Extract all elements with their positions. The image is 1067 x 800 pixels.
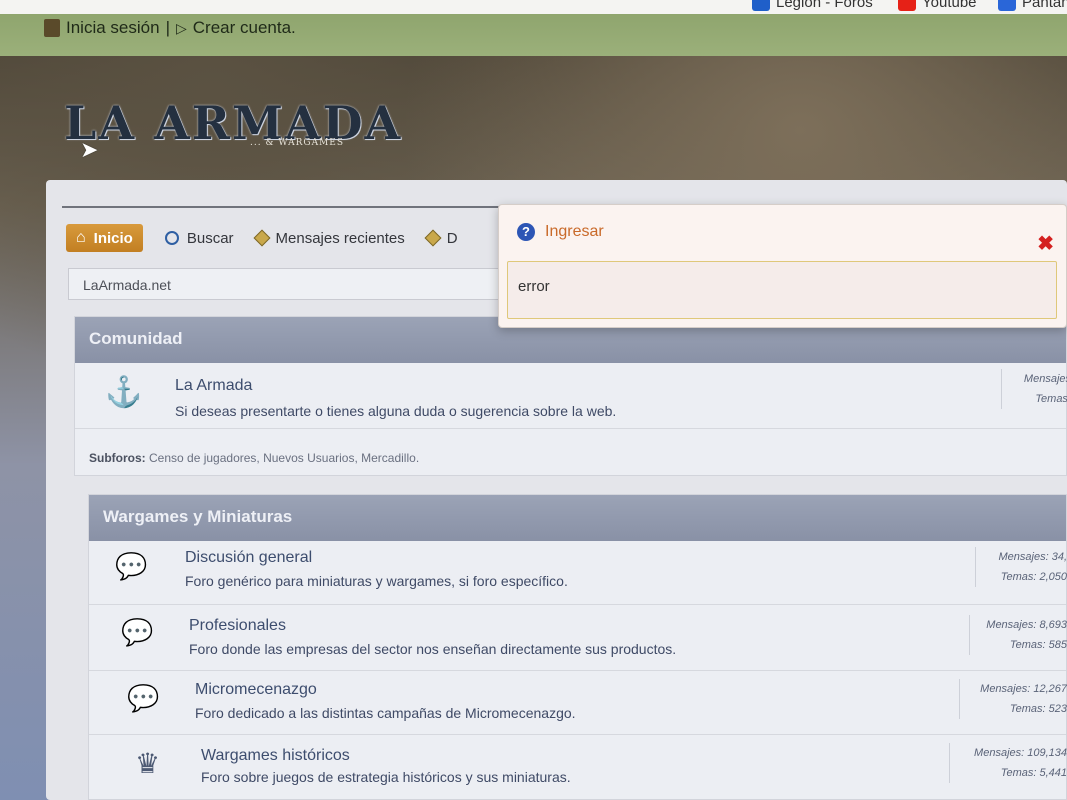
diamond-icon bbox=[424, 229, 442, 247]
forum-stats: Mensajes: 12,267 Temas: 523 bbox=[959, 679, 1067, 719]
subforums-line: Subforos: Censo de jugadores, Nuevos Usu… bbox=[89, 451, 420, 465]
forum-row[interactable]: 💬 Micromecenazgo Foro dedicado a las dis… bbox=[89, 671, 1067, 735]
login-link[interactable]: Inicia sesión bbox=[66, 18, 160, 38]
bookmark-legion[interactable]: Legion - Foros bbox=[752, 0, 873, 11]
nav-search[interactable]: Buscar bbox=[164, 230, 234, 247]
forum-title[interactable]: Wargames históricos bbox=[201, 747, 350, 765]
category-header[interactable]: Wargames y Miniaturas bbox=[89, 495, 1066, 541]
subforums-links[interactable]: Censo de jugadores, Nuevos Usuarios, Mer… bbox=[149, 451, 419, 465]
register-link[interactable]: Crear cuenta. bbox=[193, 18, 296, 38]
login-dialog: ? Ingresar ✖ error bbox=[498, 204, 1067, 328]
divider bbox=[62, 206, 502, 208]
lock-icon bbox=[44, 19, 60, 37]
main-nav: ⌂ Inicio Buscar Mensajes recientes D bbox=[66, 224, 458, 252]
site-logo[interactable]: LA ARMADA bbox=[64, 96, 402, 150]
forum-title[interactable]: Micromecenazgo bbox=[195, 681, 317, 699]
logo-subtitle: ... & WARGAMES bbox=[250, 138, 345, 148]
diamond-icon bbox=[253, 229, 271, 247]
forum-description: Si deseas presentarte o tienes alguna du… bbox=[175, 403, 617, 419]
dialog-message: error bbox=[507, 261, 1057, 319]
arrow-icon: ▷ bbox=[175, 19, 187, 36]
forum-description: Foro donde las empresas del sector nos e… bbox=[189, 641, 677, 657]
legion-icon bbox=[752, 0, 770, 11]
nav-home[interactable]: ⌂ Inicio bbox=[66, 224, 143, 252]
forum-description: Foro dedicado a las distintas campañas d… bbox=[195, 705, 576, 721]
forum-row[interactable]: 💬 Profesionales Foro donde las empresas … bbox=[89, 605, 1067, 671]
forum-stats: Mensajes: 109,134 Temas: 5,441 bbox=[949, 743, 1067, 783]
separator: | bbox=[165, 18, 170, 37]
bookmark-pantan[interactable]: Pantan bbox=[998, 0, 1067, 11]
crown-icon: ♛ bbox=[135, 748, 161, 779]
nav-recent[interactable]: Mensajes recientes bbox=[253, 229, 405, 247]
forum-description: Foro genérico para miniaturas y wargames… bbox=[185, 573, 568, 589]
search-icon bbox=[164, 231, 179, 245]
nav-next[interactable]: D bbox=[424, 229, 458, 247]
bookmark-youtube[interactable]: Youtube bbox=[898, 0, 977, 11]
forum-title[interactable]: Discusión general bbox=[185, 549, 312, 567]
forum-stats: Mensajes: 34, Temas: 2,050 bbox=[975, 547, 1067, 587]
forum-description: Foro sobre juegos de estrategia históric… bbox=[201, 769, 571, 785]
forum-stats: Mensajes: 8,693 Temas: 585 bbox=[969, 615, 1067, 655]
youtube-icon bbox=[898, 0, 916, 11]
home-icon: ⌂ bbox=[76, 229, 86, 246]
chat-bubbles-icon: 💬 bbox=[127, 683, 160, 713]
dialog-title: Ingresar bbox=[545, 223, 604, 240]
forum-title[interactable]: La Armada bbox=[175, 377, 252, 395]
forum-row[interactable]: 💬 Discusión general Foro genérico para m… bbox=[89, 541, 1067, 605]
mouse-cursor-icon: ➤ bbox=[80, 137, 99, 162]
forum-stats: Mensajes Temas: bbox=[1001, 369, 1067, 409]
pantan-icon bbox=[998, 0, 1016, 11]
forum-row[interactable]: ⚓ La Armada Si deseas presentarte o tien… bbox=[75, 363, 1067, 429]
category-wargames: Wargames y Miniaturas 💬 Discusión genera… bbox=[88, 494, 1067, 800]
forum-title[interactable]: Profesionales bbox=[189, 617, 286, 635]
close-icon[interactable]: ✖ bbox=[1037, 231, 1054, 256]
chat-bubbles-icon: 💬 bbox=[115, 551, 148, 581]
bookmarks-bar: Legion - Foros Youtube Pantan bbox=[0, 0, 1067, 14]
anchor-icon: ⚓ bbox=[105, 376, 143, 409]
question-icon: ? bbox=[517, 223, 535, 241]
forum-row[interactable]: ♛ Wargames históricos Foro sobre juegos … bbox=[89, 735, 1067, 800]
breadcrumb[interactable]: LaArmada.net bbox=[68, 268, 508, 300]
category-comunidad: Comunidad ⚓ La Armada Si deseas presenta… bbox=[74, 316, 1067, 476]
money-chat-icon: 💬 bbox=[121, 617, 154, 647]
